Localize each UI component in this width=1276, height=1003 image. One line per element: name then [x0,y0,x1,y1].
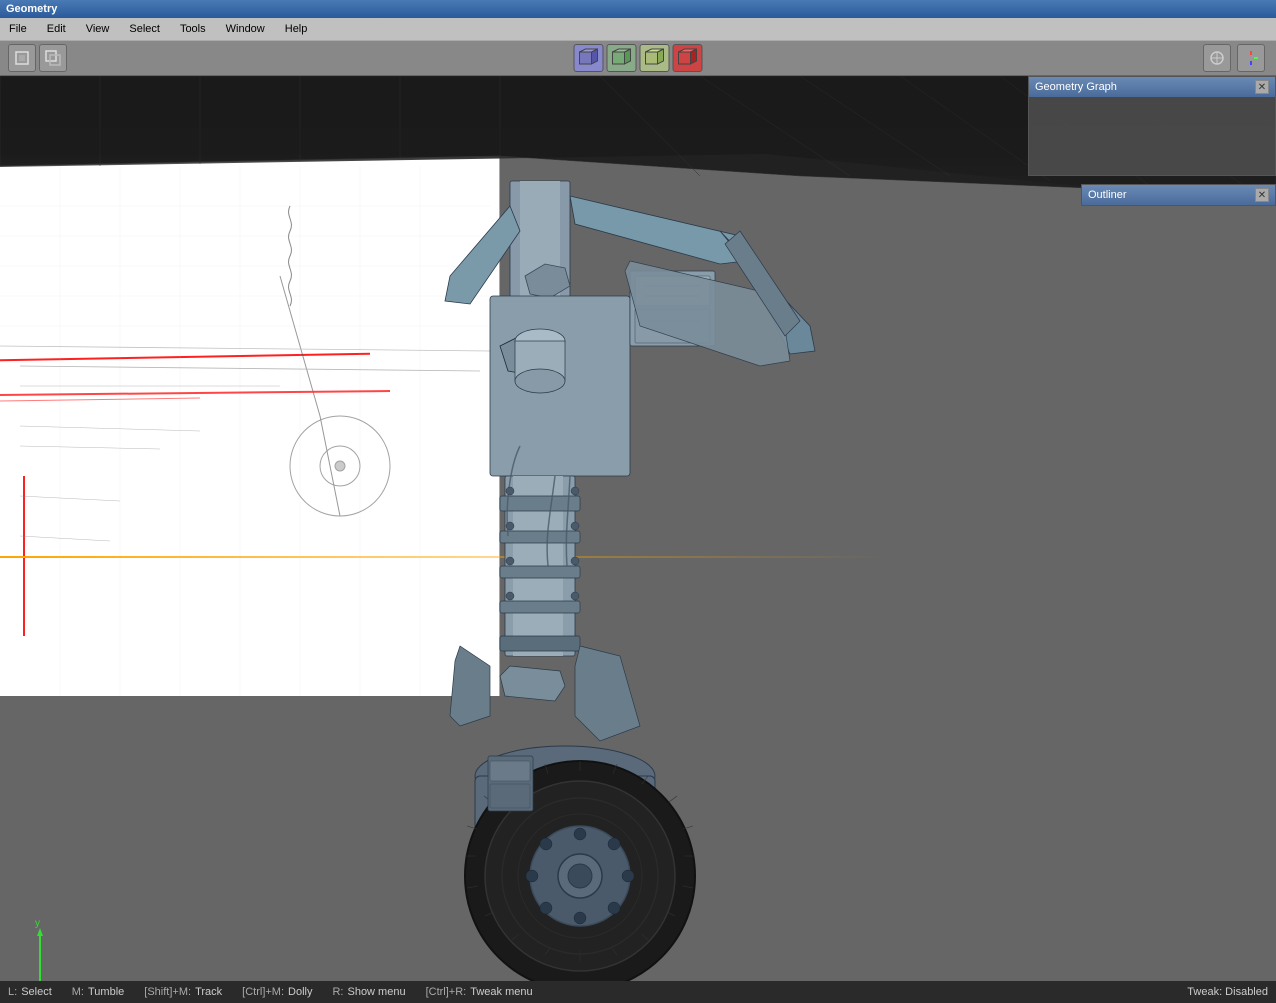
status-select: L: Select [8,986,52,998]
status-l-key: L: [8,986,17,998]
menu-tools[interactable]: Tools [175,21,211,37]
toolbar-btn-1[interactable] [8,44,36,72]
status-dolly: [Ctrl]+M: Dolly [242,986,312,998]
status-l-value: Select [21,986,52,998]
viewport[interactable]: x y Geometry Graph ✕ Outliner ✕ [0,76,1276,981]
status-show-menu: R: Show menu [332,986,405,998]
status-tweak-menu: [Ctrl]+R: Tweak menu [426,986,533,998]
status-tumble: M: Tumble [72,986,125,998]
view-cube-top[interactable] [640,44,670,72]
menu-file[interactable]: File [4,21,32,37]
title-bar: Geometry [0,0,1276,18]
menu-window[interactable]: Window [221,21,270,37]
geometry-graph-header: Geometry Graph ✕ [1029,77,1275,97]
geometry-graph-panel: Geometry Graph ✕ [1028,76,1276,176]
status-r-key: R: [332,986,343,998]
status-bar: L: Select M: Tumble [Shift]+M: Track [Ct… [0,981,1276,1003]
view-cube-side[interactable] [607,44,637,72]
menu-view[interactable]: View [81,21,115,37]
title-text: Geometry [6,3,57,15]
geometry-graph-title: Geometry Graph [1035,81,1117,93]
toolbar-btn-2[interactable] [39,44,67,72]
outliner-close[interactable]: ✕ [1255,188,1269,202]
geometry-graph-close[interactable]: ✕ [1255,80,1269,94]
tweak-status: Tweak: Disabled [1187,986,1268,998]
status-shift-m-value: Track [195,986,222,998]
status-m-value: Tumble [88,986,124,998]
outliner-title: Outliner [1088,189,1127,201]
nav-icon-2[interactable] [1237,44,1265,72]
status-ctrl-r-key: [Ctrl]+R: [426,986,467,998]
status-ctrl-m-value: Dolly [288,986,312,998]
view-cube-red[interactable] [673,44,703,72]
view-cube-front[interactable] [574,44,604,72]
svg-text:y: y [35,918,40,929]
outliner-panel: Outliner ✕ [1081,184,1276,206]
menu-edit[interactable]: Edit [42,21,71,37]
status-ctrl-m-key: [Ctrl]+M: [242,986,284,998]
toolbar-right [1203,44,1268,72]
view-cube-group [574,44,703,72]
3d-model-svg: x y [0,76,1276,981]
outliner-header: Outliner ✕ [1082,185,1275,205]
toolbar [0,40,1276,76]
status-track: [Shift]+M: Track [144,986,222,998]
status-ctrl-r-value: Tweak menu [470,986,532,998]
status-m-key: M: [72,986,84,998]
status-shift-m-key: [Shift]+M: [144,986,191,998]
menu-help[interactable]: Help [280,21,313,37]
menu-bar: File Edit View Select Tools Window Help [0,18,1276,40]
status-r-value: Show menu [347,986,405,998]
menu-select[interactable]: Select [124,21,165,37]
nav-icon-1[interactable] [1203,44,1231,72]
